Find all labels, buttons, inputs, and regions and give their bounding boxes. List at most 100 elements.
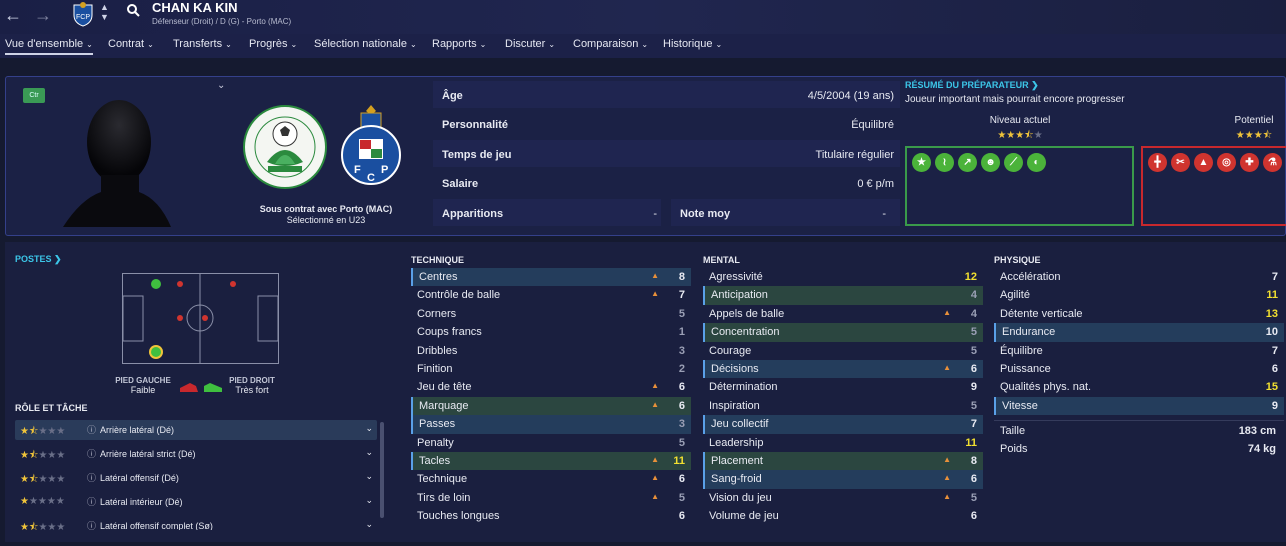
attribute-row[interactable]: Leadership 11 [703,434,983,452]
position-dot-natural[interactable] [151,347,161,357]
attribute-row[interactable]: Tacles ▲ 11 [411,451,691,471]
position-dot-strong[interactable] [151,279,161,289]
menu-progres[interactable]: Progrès ⌄ [249,38,297,50]
club-crest-icon[interactable]: FCP [70,1,96,27]
attribute-row[interactable]: Finition 2 [411,360,691,378]
roles-scrollbar[interactable] [380,422,384,518]
attribute-row[interactable]: Accélération 7 [994,268,1284,286]
attribute-row[interactable]: Puissance 6 [994,360,1284,378]
scissors-trait-icon[interactable]: ✂ [1171,153,1190,172]
attribute-row[interactable]: Jeu collectif 7 [703,415,983,434]
role-item[interactable]: ★⯪★★★ ⓘ Arrière latéral (Dé) ⌄ [15,420,377,440]
pills-trait-icon[interactable]: ◐ [1027,153,1046,172]
menu-contrat[interactable]: Contrat ⌄ [108,38,154,50]
search-icon[interactable] [126,3,140,17]
position-dot-weak[interactable] [177,281,183,287]
attribute-row[interactable]: Détermination 9 [703,378,983,396]
dna-trait-icon[interactable]: ≀ [935,153,954,172]
attribute-row[interactable]: Vitesse 9 [994,396,1284,416]
physique-column: PHYSIQUE Accélération 7 Agilité 11 Détente… [994,255,1284,416]
menu-transferts[interactable]: Transferts ⌄ [173,38,232,50]
chevron-down-icon[interactable]: ⌄ [365,471,373,482]
attribute-name: Qualités phys. nat. [1000,381,1092,394]
menu-historique[interactable]: Historique ⌄ [663,38,722,50]
attribute-value: 6 [970,362,977,375]
info-icon[interactable]: ⓘ [87,471,96,484]
trend-trait-icon[interactable]: ↗ [958,153,977,172]
attribute-row[interactable]: Sang-froid ▲ 6 [703,470,983,489]
attribute-row[interactable]: Corners 5 [411,305,691,323]
positions-link[interactable]: POSTES ❯ [15,254,62,265]
attribute-row[interactable]: Coups francs 1 [411,323,691,341]
potion-trait-icon[interactable]: ⚗ [1263,153,1282,172]
attribute-row[interactable]: Équilibre 7 [994,342,1284,360]
chevron-up-icon[interactable]: ▲ [100,2,109,12]
position-dot-weak[interactable] [230,281,236,287]
target-trait-icon[interactable]: ◎ [1217,153,1236,172]
attribute-row[interactable]: Marquage ▲ 6 [411,396,691,416]
role-item[interactable]: ★★★★★ ⓘ Latéral intérieur (Dé) ⌄ [15,492,377,512]
attribute-row[interactable]: Agilité 11 [994,286,1284,304]
chevron-down-icon[interactable]: ⌄ [365,519,373,530]
medical-cross-trait-icon[interactable]: ✚ [1240,153,1259,172]
attribute-row[interactable]: Concentration 5 [703,323,983,342]
info-icon[interactable]: ⓘ [87,447,96,460]
attribute-row[interactable]: Appels de balle ▲ 4 [703,305,983,323]
attribute-row[interactable]: Qualités phys. nat. 15 [994,378,1284,396]
left-foot-value: Faible [130,385,156,395]
attribute-row[interactable]: Touches longues 6 [411,507,691,525]
menu-selection-nationale[interactable]: Sélection nationale ⌄ [314,38,417,50]
info-icon[interactable]: ⓘ [87,495,96,508]
attribute-row[interactable]: Contrôle de balle ▲ 7 [411,286,691,304]
chevron-down-icon[interactable]: ▼ [100,12,109,22]
bandage-trait-icon[interactable]: ╋ [1148,153,1167,172]
attribute-row[interactable]: Anticipation 4 [703,286,983,305]
attribute-row[interactable]: Placement ▲ 8 [703,451,983,471]
attribute-row[interactable]: Endurance 10 [994,323,1284,342]
chevron-down-icon[interactable]: ⌄ [365,423,373,434]
attribute-row[interactable]: Courage 5 [703,342,983,360]
player-switch-arrows[interactable]: ▲ ▼ [100,2,109,22]
attribute-row[interactable]: Jeu de tête ▲ 6 [411,378,691,396]
attribute-row[interactable]: Centres ▲ 8 [411,268,691,287]
position-dot-weak[interactable] [177,315,183,321]
attribute-row[interactable]: Penalty 5 [411,434,691,452]
star-trait-icon[interactable]: ★ [912,153,931,172]
contract-info: Sous contrat avec Porto (MAC) Sélectionn… [221,204,431,226]
menu-rapports[interactable]: Rapports ⌄ [432,38,486,50]
info-icon[interactable]: ⓘ [87,519,96,530]
position-dot-weak[interactable] [202,315,208,321]
right-foot: PIED DROIT Très fort [222,376,282,395]
attribute-row[interactable]: Technique ▲ 6 [411,470,691,488]
attribute-row[interactable]: Dribbles 3 [411,342,691,360]
chevron-down-icon[interactable]: ⌄ [365,447,373,458]
attribute-row[interactable]: Inspiration 5 [703,397,983,415]
attribute-row[interactable]: Tirs de loin ▲ 5 [411,489,691,507]
brain-trait-icon[interactable]: ☻ [981,153,1000,172]
svg-text:P: P [381,164,388,176]
role-name: Latéral intérieur (Dé) [100,497,183,507]
menu-discuter[interactable]: Discuter ⌄ [505,38,555,50]
flask-trait-icon[interactable]: ▲ [1194,153,1213,172]
boot-trait-icon[interactable]: ⟋ [1004,153,1023,172]
roles-title: RÔLE ET TÂCHE [15,403,88,413]
current-ability: Niveau actuel ★★★⯪★ [988,115,1052,145]
role-item[interactable]: ★⯪★★★ ⓘ Arrière latéral strict (Dé) ⌄ [15,444,377,464]
attribute-row[interactable]: Décisions ▲ 6 [703,359,983,379]
attribute-row[interactable]: Agressivité 12 [703,268,983,286]
attribute-name: Courage [709,344,752,357]
attribute-row[interactable]: Détente verticale 13 [994,305,1284,323]
chevron-down-icon[interactable]: ⌄ [365,495,373,506]
attribute-row[interactable]: Vision du jeu ▲ 5 [703,489,983,507]
back-arrow-icon[interactable]: ← [4,5,22,26]
menu-comparaison[interactable]: Comparaison ⌄ [573,38,648,50]
menu-vue-ensemble[interactable]: Vue d'ensemble ⌄ [5,38,93,55]
scout-summary-link[interactable]: RÉSUMÉ DU PRÉPARATEUR ❯ [905,80,1286,91]
info-icon[interactable]: ⓘ [87,423,96,436]
role-item[interactable]: ★⯪★★★ ⓘ Latéral offensif (Dé) ⌄ [15,468,377,488]
attribute-row[interactable]: Passes 3 [411,415,691,434]
role-item[interactable]: ★⯪★★★ ⓘ Latéral offensif complet (Sø) ⌄ [15,516,377,530]
forward-arrow-icon[interactable]: → [34,5,52,26]
chevron-down-icon[interactable]: ⌄ [217,80,225,91]
attribute-row[interactable]: Volume de jeu 6 [703,507,983,525]
